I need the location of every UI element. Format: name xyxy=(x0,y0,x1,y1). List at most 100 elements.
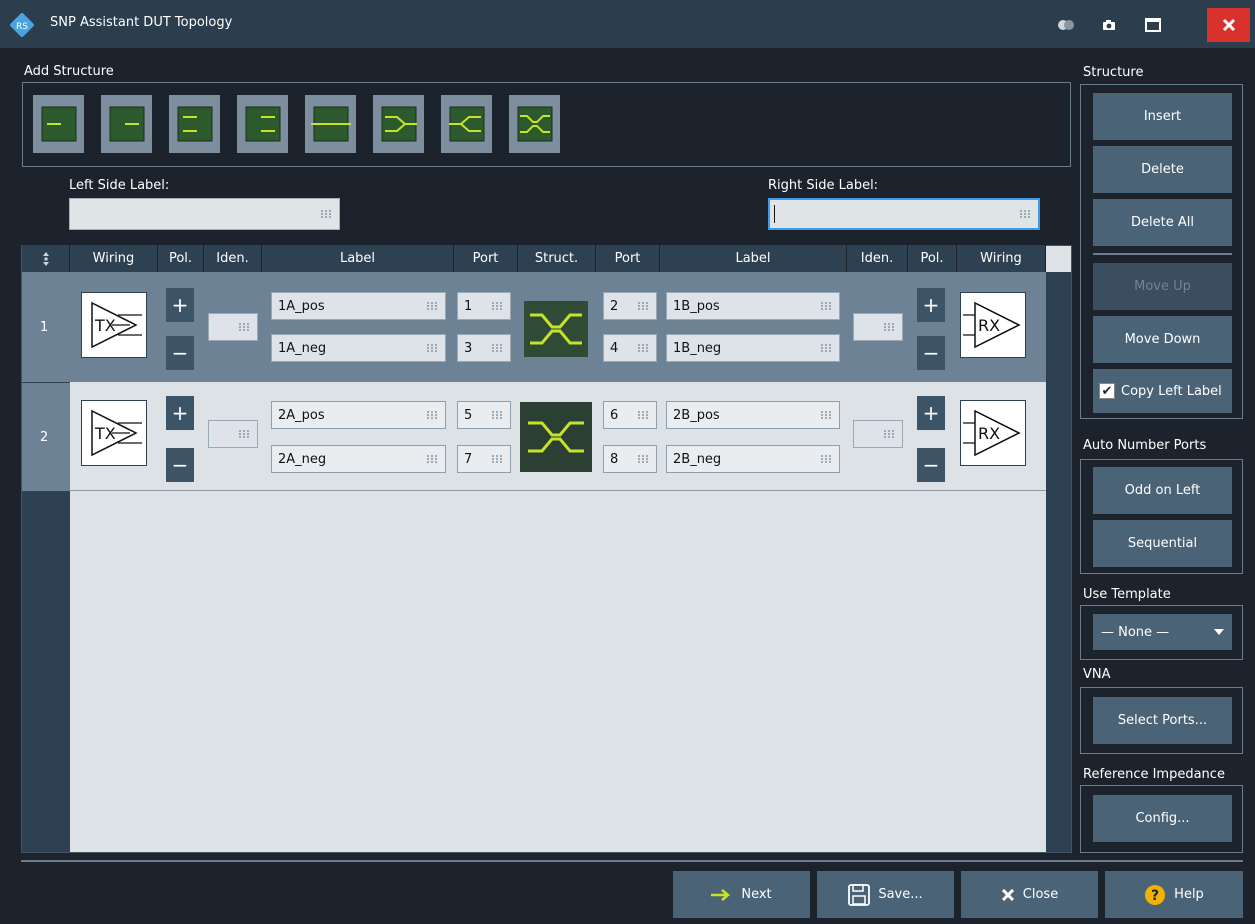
header-label-left: Label xyxy=(262,245,454,272)
toggle-icon xyxy=(1058,20,1074,30)
right-label-pos-input[interactable]: 2B_pos xyxy=(666,401,840,429)
copy-left-label-checkbox[interactable]: ✔ Copy Left Label xyxy=(1093,369,1232,413)
right-port-neg-input[interactable]: 4 xyxy=(603,334,657,362)
window-close-button[interactable] xyxy=(1207,8,1250,42)
keypad-icon xyxy=(883,429,894,439)
add-straight-line-structure[interactable] xyxy=(33,95,84,153)
table-right-margin xyxy=(1046,272,1071,852)
rx-wiring-button[interactable]: RX xyxy=(960,292,1026,358)
add-pair-structure[interactable] xyxy=(169,95,220,153)
right-side-label-input[interactable] xyxy=(768,198,1040,230)
config-button[interactable]: Config... xyxy=(1093,795,1232,842)
sort-header[interactable] xyxy=(22,245,70,272)
structure-cell[interactable] xyxy=(520,402,592,472)
add-through-structure[interactable] xyxy=(305,95,356,153)
header-port-right: Port xyxy=(596,245,660,272)
row-number: 1 xyxy=(40,320,49,335)
move-down-button[interactable]: Move Down xyxy=(1093,316,1232,363)
right-label-neg-input[interactable]: 1B_neg xyxy=(666,334,840,362)
single-line-right-icon xyxy=(109,106,144,142)
add-differential-structure[interactable] xyxy=(509,95,560,153)
keypad-icon xyxy=(426,343,437,353)
right-port-pos-input[interactable]: 6 xyxy=(603,401,657,429)
move-up-button[interactable]: Move Up xyxy=(1093,263,1232,310)
port-number: 1 xyxy=(464,298,473,314)
screenshot-button[interactable] xyxy=(1089,8,1129,42)
polarity-plus-button[interactable]: + xyxy=(917,396,945,430)
right-port-neg-input[interactable]: 8 xyxy=(603,445,657,473)
tx-wiring-button[interactable]: TX xyxy=(81,292,147,358)
help-label: Help xyxy=(1174,887,1204,902)
identifier-input[interactable] xyxy=(853,313,903,341)
save-icon xyxy=(848,883,871,906)
delete-all-button[interactable]: Delete All xyxy=(1093,199,1232,246)
left-port-neg-input[interactable]: 3 xyxy=(457,334,511,362)
keypad-icon xyxy=(491,454,502,464)
identifier-input[interactable] xyxy=(853,420,903,448)
left-label-neg-input[interactable]: 2A_neg xyxy=(271,445,446,473)
port-number: 4 xyxy=(610,340,619,356)
right-port-pos-input[interactable]: 2 xyxy=(603,292,657,320)
right-label-pos-input[interactable]: 1B_pos xyxy=(666,292,840,320)
camera-icon xyxy=(1103,20,1115,30)
close-icon xyxy=(1222,18,1235,32)
polarity-plus-button[interactable]: + xyxy=(917,288,945,322)
select-ports-button[interactable]: Select Ports... xyxy=(1093,697,1232,744)
label-text: 1A_neg xyxy=(278,340,327,356)
maximize-icon xyxy=(1145,18,1161,32)
save-button[interactable]: Save... xyxy=(817,871,954,918)
add-pair-right-structure[interactable] xyxy=(237,95,288,153)
structure-cell[interactable] xyxy=(524,301,588,357)
label-text: 2B_pos xyxy=(673,407,720,423)
add-merge-structure[interactable] xyxy=(373,95,424,153)
right-label-neg-input[interactable]: 2B_neg xyxy=(666,445,840,473)
label-text: 2A_neg xyxy=(278,451,327,467)
polarity-plus-button[interactable]: + xyxy=(166,396,194,430)
odd-on-left-button[interactable]: Odd on Left xyxy=(1093,467,1232,514)
keypad-icon xyxy=(491,301,502,311)
add-split-structure[interactable] xyxy=(441,95,492,153)
port-number: 8 xyxy=(610,451,619,467)
tx-wiring-button[interactable]: TX xyxy=(81,400,147,466)
sort-icon xyxy=(42,251,49,266)
template-value: — None — xyxy=(1101,624,1170,640)
keypad-icon xyxy=(426,301,437,311)
polarity-minus-button[interactable]: − xyxy=(917,448,945,482)
svg-text:RS: RS xyxy=(16,22,28,32)
svg-text:RX: RX xyxy=(978,424,1000,443)
keypad-icon xyxy=(426,454,437,464)
left-label-pos-input[interactable]: 1A_pos xyxy=(271,292,446,320)
close-label: Close xyxy=(1022,887,1059,902)
identifier-input[interactable] xyxy=(208,313,258,341)
transmitter-icon: TX xyxy=(91,301,142,349)
template-dropdown[interactable]: — None — xyxy=(1093,614,1232,650)
identifier-input[interactable] xyxy=(208,420,258,448)
polarity-minus-button[interactable]: − xyxy=(917,336,945,370)
toggle-theme-button[interactable] xyxy=(1046,8,1086,42)
left-label-neg-input[interactable]: 1A_neg xyxy=(271,334,446,362)
left-side-label-input[interactable] xyxy=(69,198,340,230)
polarity-minus-button[interactable]: − xyxy=(166,336,194,370)
polarity-minus-button[interactable]: − xyxy=(166,448,194,482)
delete-button[interactable]: Delete xyxy=(1093,146,1232,193)
close-button[interactable]: Close xyxy=(961,871,1098,918)
pair-icon xyxy=(177,106,212,142)
through-line-icon xyxy=(310,106,351,142)
polarity-plus-button[interactable]: + xyxy=(166,288,194,322)
next-button[interactable]: Next xyxy=(673,871,810,918)
maximize-button[interactable] xyxy=(1133,8,1173,42)
pair-right-icon xyxy=(245,106,280,142)
left-port-pos-input[interactable]: 5 xyxy=(457,401,511,429)
keypad-icon xyxy=(637,410,648,420)
left-label-pos-input[interactable]: 2A_pos xyxy=(271,401,446,429)
keypad-icon xyxy=(637,301,648,311)
use-template-label: Use Template xyxy=(1083,587,1171,602)
insert-button[interactable]: Insert xyxy=(1093,93,1232,140)
sequential-button[interactable]: Sequential xyxy=(1093,520,1232,567)
help-button[interactable]: ? Help xyxy=(1105,871,1243,918)
add-half-line-structure[interactable] xyxy=(101,95,152,153)
next-label: Next xyxy=(741,887,772,902)
left-port-pos-input[interactable]: 1 xyxy=(457,292,511,320)
left-port-neg-input[interactable]: 7 xyxy=(457,445,511,473)
rx-wiring-button[interactable]: RX xyxy=(960,400,1026,466)
